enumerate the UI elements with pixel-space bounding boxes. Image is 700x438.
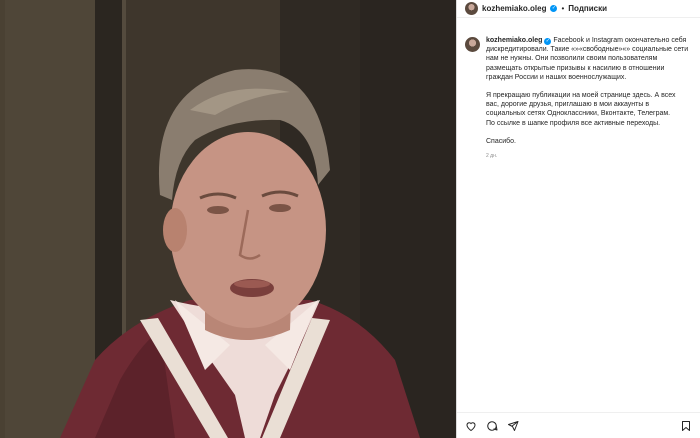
username-link[interactable]: kozhemiako.oleg xyxy=(482,4,546,13)
comment-icon[interactable] xyxy=(486,420,498,432)
verified-badge-icon: ✓ xyxy=(550,5,558,12)
following-button[interactable]: Подписки xyxy=(568,4,607,13)
bookmark-icon[interactable] xyxy=(680,420,692,432)
caption: kozhemiako.oleg ✓ Facebook и Instagram о… xyxy=(486,36,690,161)
share-icon[interactable] xyxy=(507,420,519,432)
caption-verified-badge-icon: ✓ xyxy=(544,38,552,45)
caption-paragraph-2: Я прекращаю публикации на моей странице … xyxy=(486,92,676,118)
video-frame-portrait xyxy=(0,0,456,438)
caption-paragraph-3: По ссылке в шапке профиля все активные п… xyxy=(486,119,661,127)
heart-icon[interactable] xyxy=(465,420,477,432)
avatar[interactable] xyxy=(465,2,478,15)
post-actions xyxy=(457,412,700,438)
caption-username-link[interactable]: kozhemiako.oleg xyxy=(486,37,542,44)
post-caption-block: kozhemiako.oleg ✓ Facebook и Instagram о… xyxy=(457,18,700,161)
post-header: kozhemiako.oleg ✓ • Подписки xyxy=(457,0,700,18)
caption-paragraph-4: Спасибо. xyxy=(486,137,516,145)
post-sidebar: kozhemiako.oleg ✓ • Подписки kozhemiako.… xyxy=(456,0,700,438)
separator-dot: • xyxy=(561,4,565,13)
post-timestamp[interactable]: 2 дн. xyxy=(486,152,690,161)
caption-avatar[interactable] xyxy=(465,37,480,52)
post-video[interactable] xyxy=(0,0,456,438)
